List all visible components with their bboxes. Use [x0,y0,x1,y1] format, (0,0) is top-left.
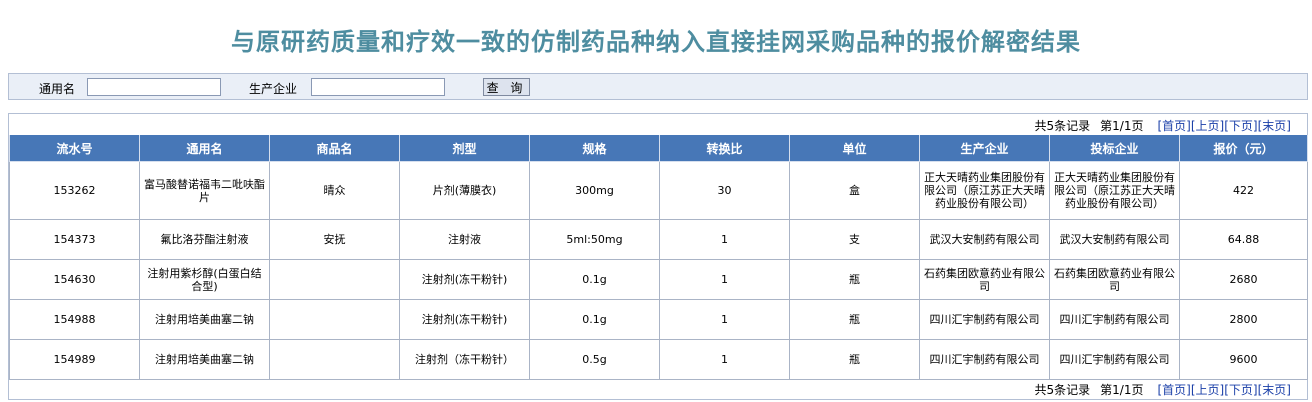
first-page-link[interactable]: [首页] [1158,119,1191,133]
cell-serial: 154630 [9,259,140,300]
col-header-serial[interactable]: 流水号 [9,135,140,162]
cell-brand-name [269,339,400,380]
cell-manufacturer: 四川汇宇制药有限公司 [919,299,1050,340]
cell-serial: 154373 [9,219,140,260]
cell-manufacturer: 正大天晴药业集团股份有限公司（原江苏正大天晴药业股份有限公司） [919,161,1050,220]
results-table: 流水号 通用名 商品名 剂型 规格 转换比 单位 生产企业 投标企业 报价（元）… [9,135,1308,380]
page-title: 与原研药质量和疗效一致的仿制药品种纳入直接挂网采购品种的报价解密结果 [231,27,1081,56]
pager-bottom: 共5条记录 第1/1页 [首页][上页][下页][末页] [1035,381,1291,399]
last-page-link[interactable]: [末页] [1258,383,1291,397]
cell-serial: 154988 [9,299,140,340]
first-page-link[interactable]: [首页] [1158,383,1191,397]
query-button[interactable]: 查 询 [483,78,530,96]
cell-bidder: 正大天晴药业集团股份有限公司（原江苏正大天晴药业股份有限公司） [1049,161,1180,220]
cell-price: 422 [1179,161,1308,220]
cell-price: 2800 [1179,299,1308,340]
cell-spec: 0.1g [529,299,660,340]
table-row: 154988 注射用培美曲塞二钠 注射剂(冻干粉针) 0.1g 1 瓶 四川汇宇… [9,299,1308,340]
table-row: 154373 氟比洛芬酯注射液 安抚 注射液 5ml:50mg 1 支 武汉大安… [9,219,1308,260]
cell-unit: 瓶 [789,339,920,380]
col-header-manufacturer[interactable]: 生产企业 [919,135,1050,162]
cell-manufacturer: 石药集团欧意药业有限公司 [919,259,1050,300]
record-count: 共5条记录 [1034,119,1091,133]
col-header-bidder[interactable]: 投标企业 [1049,135,1180,162]
cell-price: 2680 [1179,259,1308,300]
col-header-generic-name[interactable]: 通用名 [139,135,270,162]
page-indicator: 第1/1页 [1100,383,1144,397]
cell-dosage-form: 注射液 [399,219,530,260]
cell-brand-name: 安抚 [269,219,400,260]
results-panel: 共5条记录 第1/1页 [首页][上页][下页][末页] 流水号 通用名 商品名 剂… [8,113,1308,400]
col-header-unit[interactable]: 单位 [789,135,920,162]
col-header-dosage-form[interactable]: 剂型 [399,135,530,162]
cell-generic-name: 注射用培美曲塞二钠 [139,299,270,340]
generic-name-input[interactable] [87,78,221,96]
manufacturer-input[interactable] [311,78,445,96]
cell-dosage-form: 注射剂(冻干粉针) [399,259,530,300]
generic-name-label: 通用名 [39,82,76,96]
table-row: 154989 注射用培美曲塞二钠 注射剂（冻干粉针） 0.5g 1 瓶 四川汇宇… [9,339,1308,380]
cell-spec: 5ml:50mg [529,219,660,260]
cell-conversion: 30 [659,161,790,220]
cell-manufacturer: 四川汇宇制药有限公司 [919,339,1050,380]
cell-price: 9600 [1179,339,1308,380]
cell-generic-name: 富马酸替诺福韦二吡呋酯片 [139,161,270,220]
page-indicator: 第1/1页 [1100,119,1144,133]
cell-conversion: 1 [659,299,790,340]
table-row: 153262 富马酸替诺福韦二吡呋酯片 晴众 片剂(薄膜衣) 300mg 30 … [9,161,1308,220]
cell-serial: 153262 [9,161,140,220]
cell-bidder: 四川汇宇制药有限公司 [1049,299,1180,340]
cell-generic-name: 注射用紫杉醇(白蛋白结合型) [139,259,270,300]
cell-manufacturer: 武汉大安制药有限公司 [919,219,1050,260]
prev-page-link[interactable]: [上页] [1191,383,1224,397]
next-page-link[interactable]: [下页] [1224,119,1257,133]
cell-brand-name: 晴众 [269,161,400,220]
cell-spec: 300mg [529,161,660,220]
cell-generic-name: 氟比洛芬酯注射液 [139,219,270,260]
cell-conversion: 1 [659,259,790,300]
cell-unit: 瓶 [789,299,920,340]
cell-spec: 0.1g [529,259,660,300]
cell-unit: 盒 [789,161,920,220]
cell-generic-name: 注射用培美曲塞二钠 [139,339,270,380]
cell-serial: 154989 [9,339,140,380]
prev-page-link[interactable]: [上页] [1191,119,1224,133]
col-header-price[interactable]: 报价（元） [1179,135,1308,162]
manufacturer-label: 生产企业 [249,82,298,96]
table-header-row: 流水号 通用名 商品名 剂型 规格 转换比 单位 生产企业 投标企业 报价（元） [9,135,1308,162]
cell-dosage-form: 片剂(薄膜衣) [399,161,530,220]
cell-unit: 支 [789,219,920,260]
cell-bidder: 武汉大安制药有限公司 [1049,219,1180,260]
cell-unit: 瓶 [789,259,920,300]
cell-conversion: 1 [659,219,790,260]
cell-price: 64.88 [1179,219,1308,260]
search-bar: 通用名 生产企业 查 询 [8,73,1308,100]
next-page-link[interactable]: [下页] [1224,383,1257,397]
cell-dosage-form: 注射剂(冻干粉针) [399,299,530,340]
cell-dosage-form: 注射剂（冻干粉针） [399,339,530,380]
cell-conversion: 1 [659,339,790,380]
record-count: 共5条记录 [1034,383,1091,397]
cell-spec: 0.5g [529,339,660,380]
cell-bidder: 四川汇宇制药有限公司 [1049,339,1180,380]
table-row: 154630 注射用紫杉醇(白蛋白结合型) 注射剂(冻干粉针) 0.1g 1 瓶… [9,259,1308,300]
cell-brand-name [269,299,400,340]
col-header-spec[interactable]: 规格 [529,135,660,162]
cell-bidder: 石药集团欧意药业有限公司 [1049,259,1180,300]
pager-top: 共5条记录 第1/1页 [首页][上页][下页][末页] [1035,117,1291,135]
last-page-link[interactable]: [末页] [1258,119,1291,133]
col-header-brand-name[interactable]: 商品名 [269,135,400,162]
col-header-conversion[interactable]: 转换比 [659,135,790,162]
cell-brand-name [269,259,400,300]
